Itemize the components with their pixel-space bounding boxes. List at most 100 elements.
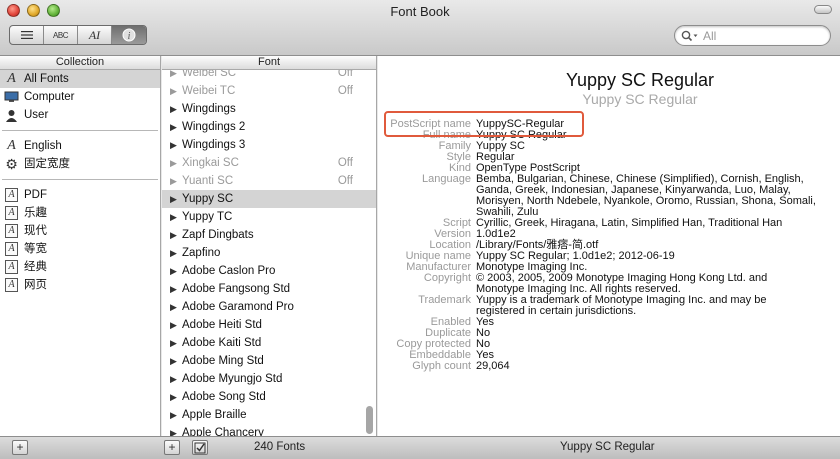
info-value: Cyrillic, Greek, Hiragana, Latin, Simpli… bbox=[476, 217, 783, 229]
font-name: Adobe Heiti Std bbox=[182, 319, 262, 331]
font-name: Weibei TC bbox=[182, 85, 236, 97]
collection-item-all-fonts[interactable]: A All Fonts bbox=[0, 70, 160, 88]
collection-item-classic[interactable]: A 经典 bbox=[0, 258, 160, 276]
search-field[interactable] bbox=[674, 25, 831, 46]
font-name: Wingdings bbox=[182, 103, 236, 115]
enable-font-button[interactable] bbox=[192, 440, 208, 455]
collection-item-computer[interactable]: Computer bbox=[0, 88, 160, 106]
info-value: No bbox=[476, 338, 491, 350]
disclosure-triangle-icon[interactable]: ▶ bbox=[170, 208, 180, 226]
disclosure-triangle-icon[interactable]: ▶ bbox=[170, 226, 180, 244]
collection-pane: Collection A All Fonts Computer User A E… bbox=[0, 56, 161, 436]
disclosure-triangle-icon[interactable]: ▶ bbox=[170, 316, 180, 334]
font-list-scrollbar[interactable] bbox=[366, 406, 373, 434]
search-input[interactable] bbox=[703, 28, 823, 43]
info-row: Language Bemba, Bulgarian, Chinese, Chine… bbox=[378, 174, 840, 218]
font-list-item[interactable]: ▶ Weibei TC Off bbox=[162, 82, 376, 100]
disclosure-triangle-icon[interactable]: ▶ bbox=[170, 154, 180, 172]
disclosure-triangle-icon[interactable]: ▶ bbox=[170, 280, 180, 298]
collection-item-label: 固定宽度 bbox=[24, 158, 70, 170]
disclosure-triangle-icon[interactable]: ▶ bbox=[170, 298, 180, 316]
font-name: Yuppy SC bbox=[182, 193, 234, 205]
font-list-item[interactable]: ▶ Zapfino bbox=[162, 244, 376, 262]
sample-view-button[interactable]: ABC bbox=[44, 26, 78, 44]
font-list-item[interactable]: ▶ Yuppy TC bbox=[162, 208, 376, 226]
font-list-item[interactable]: ▶ Weibei SC Off bbox=[162, 70, 376, 82]
font-name: Adobe Caslon Pro bbox=[182, 265, 276, 277]
info-row: Style Regular bbox=[378, 152, 840, 163]
font-list-item[interactable]: ▶ Xingkai SC Off bbox=[162, 154, 376, 172]
collection-item-label: PDF bbox=[24, 189, 47, 201]
font-list-item[interactable]: ▶ Adobe Kaiti Std bbox=[162, 334, 376, 352]
font-name: Zapf Dingbats bbox=[182, 229, 254, 241]
repertoire-view-button[interactable]: AI bbox=[78, 26, 112, 44]
font-name: Adobe Garamond Pro bbox=[182, 301, 294, 313]
font-list-item[interactable]: ▶ Apple Braille bbox=[162, 406, 376, 424]
collection-header[interactable]: Collection bbox=[0, 56, 160, 70]
collection-item-fixed-width[interactable]: ⚙ 固定宽度 bbox=[0, 155, 160, 173]
disclosure-triangle-icon[interactable]: ▶ bbox=[170, 262, 180, 280]
font-list-item[interactable]: ▶ Adobe Garamond Pro bbox=[162, 298, 376, 316]
font-list-item[interactable]: ▶ Apple Chancery bbox=[162, 424, 376, 436]
font-list-item[interactable]: ▶ Zapf Dingbats bbox=[162, 226, 376, 244]
font-list-item[interactable]: ▶ Adobe Song Std bbox=[162, 388, 376, 406]
divider bbox=[2, 130, 158, 131]
disclosure-triangle-icon[interactable]: ▶ bbox=[170, 136, 180, 154]
font-list-item[interactable]: ▶ Adobe Ming Std bbox=[162, 352, 376, 370]
disclosure-triangle-icon[interactable]: ▶ bbox=[170, 172, 180, 190]
disclosure-triangle-icon[interactable]: ▶ bbox=[170, 190, 180, 208]
font-list-item[interactable]: ▶ Adobe Fangsong Std bbox=[162, 280, 376, 298]
font-preview-title: Yuppy SC Regular bbox=[565, 70, 715, 90]
disclosure-triangle-icon[interactable]: ▶ bbox=[170, 388, 180, 406]
boxed-a-icon: A bbox=[4, 206, 19, 221]
info-value: Yes bbox=[476, 316, 494, 328]
font-list-item[interactable]: ▶ Adobe Heiti Std bbox=[162, 316, 376, 334]
plus-icon: + bbox=[16, 440, 24, 454]
font-list-item[interactable]: ▶ Wingdings 3 bbox=[162, 136, 376, 154]
collection-item-label: User bbox=[24, 109, 49, 121]
font-name: Wingdings 3 bbox=[182, 139, 246, 151]
info-label: Trademark bbox=[418, 294, 471, 306]
font-list-scroll[interactable]: ▶ Weibei SC Off ▶ Weibei TC Off ▶ Wingdings ▶ Win… bbox=[162, 70, 376, 436]
disclosure-triangle-icon[interactable]: ▶ bbox=[170, 100, 180, 118]
collection-item-modern[interactable]: A 现代 bbox=[0, 222, 160, 240]
add-collection-button[interactable]: + bbox=[12, 440, 28, 455]
collection-item-user[interactable]: User bbox=[0, 106, 160, 124]
svg-text:i: i bbox=[128, 31, 131, 42]
font-list-item[interactable]: ▶ Wingdings 2 bbox=[162, 118, 376, 136]
collection-item-web[interactable]: A 网页 bbox=[0, 276, 160, 294]
font-preview-subtitle: Yuppy SC Regular bbox=[582, 91, 698, 107]
add-font-button[interactable]: + bbox=[164, 440, 180, 455]
plus-icon: + bbox=[168, 440, 176, 454]
disclosure-triangle-icon[interactable]: ▶ bbox=[170, 244, 180, 262]
disclosure-triangle-icon[interactable]: ▶ bbox=[170, 82, 180, 100]
font-list-item[interactable]: ▶ Adobe Caslon Pro bbox=[162, 262, 376, 280]
disclosure-triangle-icon[interactable]: ▶ bbox=[170, 424, 180, 436]
preview-pane: Yuppy SC Regular Yuppy SC Regular PostSc… bbox=[378, 56, 840, 436]
disclosure-triangle-icon[interactable]: ▶ bbox=[170, 352, 180, 370]
collection-item-monospace[interactable]: A 等宽 bbox=[0, 240, 160, 258]
disclosure-triangle-icon[interactable]: ▶ bbox=[170, 406, 180, 424]
font-name: Yuppy TC bbox=[182, 211, 233, 223]
font-list-item[interactable]: ▶ Yuppy SC bbox=[162, 190, 376, 208]
disclosure-triangle-icon[interactable]: ▶ bbox=[170, 70, 180, 82]
collection-item-fun[interactable]: A 乐趣 bbox=[0, 204, 160, 222]
font-a-icon: A bbox=[7, 71, 16, 86]
font-list-item[interactable]: ▶ Yuanti SC Off bbox=[162, 172, 376, 190]
font-pane: Font ▶ Weibei SC Off ▶ Weibei TC Off ▶ Wingding… bbox=[162, 56, 377, 436]
disclosure-triangle-icon[interactable]: ▶ bbox=[170, 370, 180, 388]
collection-item-label: All Fonts bbox=[24, 73, 69, 85]
collection-item-pdf[interactable]: A PDF bbox=[0, 186, 160, 204]
toolbar-toggle-button[interactable] bbox=[814, 5, 832, 14]
collection-item-english[interactable]: A English bbox=[0, 137, 160, 155]
list-view-button[interactable] bbox=[10, 26, 44, 44]
font-list-item[interactable]: ▶ Adobe Myungjo Std bbox=[162, 370, 376, 388]
boxed-a-icon: A bbox=[4, 224, 19, 239]
collection-item-label: 等宽 bbox=[24, 243, 47, 255]
font-header[interactable]: Font bbox=[162, 56, 376, 70]
info-view-button[interactable]: i bbox=[112, 26, 146, 44]
disclosure-triangle-icon[interactable]: ▶ bbox=[170, 334, 180, 352]
disclosure-triangle-icon[interactable]: ▶ bbox=[170, 118, 180, 136]
selected-font-name: Yuppy SC Regular bbox=[560, 441, 655, 453]
font-list-item[interactable]: ▶ Wingdings bbox=[162, 100, 376, 118]
